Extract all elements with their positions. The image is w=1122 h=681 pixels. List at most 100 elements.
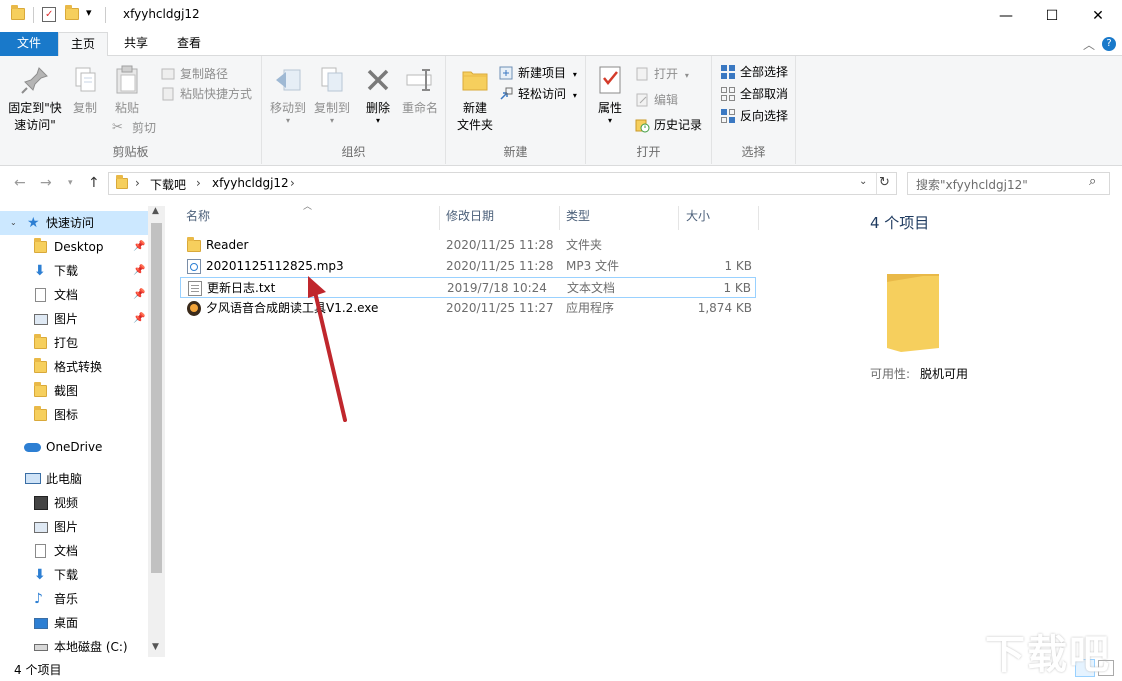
pin-icon[interactable]: 📌 [133, 307, 145, 331]
close-button[interactable]: ✕ [1075, 0, 1121, 32]
column-header-type[interactable]: 类型 [566, 207, 590, 231]
cut-button[interactable]: ✂ 剪切 [112, 118, 156, 138]
paste-button[interactable]: 粘贴 [108, 62, 146, 117]
properties-icon[interactable]: ✓ [42, 7, 56, 22]
nav-item-folder[interactable]: 截图 [0, 379, 148, 403]
tab-view[interactable]: 查看 [164, 32, 214, 56]
nav-item-downloads[interactable]: ⬇ 下载 📌 [0, 259, 148, 283]
clipboard-group: 固定到"快 速访问" 复制 粘贴 复制路径 粘贴快捷方式 ✂ 剪切 剪贴板 [0, 56, 262, 164]
nav-item-local-disk[interactable]: 本地磁盘 (C:) [0, 635, 148, 659]
new-item-button[interactable]: 新建项目 ▾ [498, 63, 577, 83]
folder-icon [34, 406, 47, 421]
file-row[interactable]: 20201125112825.mp3 2020/11/25 11:28 MP3 … [180, 256, 756, 277]
tab-home[interactable]: 主页 [58, 32, 108, 57]
copy-path-button[interactable]: 复制路径 [160, 64, 228, 84]
nav-item-videos[interactable]: 视频 [0, 491, 148, 515]
refresh-icon[interactable]: ↻ [879, 175, 890, 190]
nav-scrollbar[interactable]: ▲ ▼ [148, 206, 165, 657]
up-arrow-icon[interactable]: ↑ [88, 175, 100, 191]
nav-item-desktop[interactable]: 桌面 [0, 611, 148, 635]
tab-share[interactable]: 共享 [112, 32, 160, 56]
window-title: xfyyhcldgj12 [123, 7, 200, 21]
open-button[interactable]: 打开 ▾ [634, 64, 689, 84]
nav-item-documents[interactable]: 文档 📌 [0, 283, 148, 307]
help-icon[interactable]: ? [1102, 37, 1116, 51]
column-divider[interactable] [678, 206, 679, 230]
new-folder-icon[interactable] [65, 5, 79, 20]
nav-item-folder[interactable]: 图标 [0, 403, 148, 427]
tab-file[interactable]: 文件 [0, 32, 58, 56]
nav-item-folder[interactable]: 格式转换 [0, 355, 148, 379]
address-bar[interactable]: › 下载吧 › xfyyhcldgj12 › ⌄ ↻ [108, 172, 897, 195]
open-label: 打开 [654, 67, 679, 81]
file-size: 1,874 KB [697, 301, 752, 315]
new-folder-button[interactable]: 新建 文件夹 [450, 62, 500, 134]
invert-selection-button[interactable]: 反向选择 [720, 106, 788, 126]
quick-access-dropdown[interactable]: ▾ [86, 6, 92, 19]
minimize-button[interactable]: — [983, 0, 1029, 32]
file-row[interactable]: 更新日志.txt 2019/7/18 10:24 文本文档 1 KB [180, 277, 756, 298]
select-none-button[interactable]: 全部取消 [720, 84, 788, 104]
column-divider[interactable] [758, 206, 759, 230]
column-divider[interactable] [439, 206, 440, 230]
easy-access-button[interactable]: 轻松访问 ▾ [498, 84, 577, 104]
pin-icon[interactable]: 📌 [133, 259, 145, 283]
rename-button[interactable]: 重命名 [398, 62, 442, 117]
column-header-name[interactable]: 名称 [186, 207, 210, 231]
nav-item-pictures[interactable]: 图片 [0, 515, 148, 539]
recent-locations-chevron-icon[interactable]: ▾ [68, 178, 73, 188]
nav-item-folder[interactable]: 打包 [0, 331, 148, 355]
forward-arrow-icon[interactable]: → [40, 175, 52, 191]
file-row[interactable]: Reader 2020/11/25 11:28 文件夹 [180, 235, 756, 256]
properties-icon [594, 64, 626, 96]
pin-to-quick-access-button[interactable]: 固定到"快 速访问" [6, 62, 64, 134]
paste-shortcut-button[interactable]: 粘贴快捷方式 [160, 84, 252, 104]
nav-item-desktop[interactable]: Desktop 📌 [0, 235, 148, 259]
invert-selection-icon [720, 108, 736, 124]
pin-icon[interactable]: 📌 [133, 283, 145, 307]
file-row[interactable]: 夕风语音合成朗读工具V1.2.exe 2020/11/25 11:27 应用程序… [180, 298, 756, 319]
history-icon [634, 117, 650, 133]
select-all-button[interactable]: 全部选择 [720, 62, 788, 82]
copy-button[interactable]: 复制 [66, 62, 104, 117]
nav-quick-access[interactable]: ⌄ ★ 快速访问 [0, 211, 148, 235]
copy-to-button[interactable]: 复制到 ▾ [310, 62, 354, 125]
nav-item-music[interactable]: ♪ 音乐 [0, 587, 148, 611]
download-arrow-icon: ⬇ [34, 567, 46, 583]
scroll-thumb[interactable] [151, 223, 162, 573]
cloud-icon [24, 443, 41, 452]
file-type: 文本文档 [567, 281, 616, 295]
history-button[interactable]: 历史记录 [634, 115, 702, 135]
maximize-button[interactable]: ☐ [1029, 0, 1075, 32]
pin-icon[interactable]: 📌 [133, 235, 145, 259]
search-icon[interactable]: ⌕ [1089, 174, 1096, 189]
back-arrow-icon[interactable]: ← [14, 175, 26, 191]
file-date: 2020/11/25 11:28 [446, 259, 554, 273]
collapse-ribbon-icon[interactable]: ︿ [1083, 36, 1095, 53]
edit-button[interactable]: 编辑 [634, 90, 678, 110]
column-header-date[interactable]: 修改日期 [446, 207, 494, 231]
ribbon-tabs: 文件 主页 共享 查看 ︿ ? [0, 32, 1122, 57]
new-group-label: 新建 [503, 145, 528, 159]
column-header-size[interactable]: 大小 [686, 207, 710, 231]
properties-button[interactable]: 属性 ▾ [590, 62, 630, 125]
address-dropdown-icon[interactable]: ⌄ [859, 176, 867, 187]
nav-item-documents[interactable]: 文档 [0, 539, 148, 563]
file-name: 更新日志.txt [207, 281, 276, 295]
move-to-button[interactable]: 移动到 ▾ [266, 62, 310, 125]
nav-this-pc[interactable]: 此电脑 [0, 467, 148, 491]
scroll-up-icon[interactable]: ▲ [152, 206, 159, 216]
column-divider[interactable] [559, 206, 560, 230]
breadcrumb-item[interactable]: xfyyhcldgj12 [212, 176, 289, 190]
scroll-down-icon[interactable]: ▼ [152, 642, 159, 652]
search-input[interactable]: 搜索"xfyyhcldgj12" ⌕ [907, 172, 1110, 195]
copy-icon [69, 64, 101, 96]
nav-item-pictures[interactable]: 图片 📌 [0, 307, 148, 331]
breadcrumb-item[interactable]: 下载吧 [150, 176, 186, 193]
nav-onedrive[interactable]: OneDrive [0, 435, 148, 459]
edit-icon [634, 92, 650, 108]
file-type: MP3 文件 [566, 259, 620, 273]
delete-button[interactable]: 删除 ▾ [358, 62, 398, 125]
nav-item-downloads[interactable]: ⬇ 下载 [0, 563, 148, 587]
star-icon: ★ [27, 215, 40, 231]
